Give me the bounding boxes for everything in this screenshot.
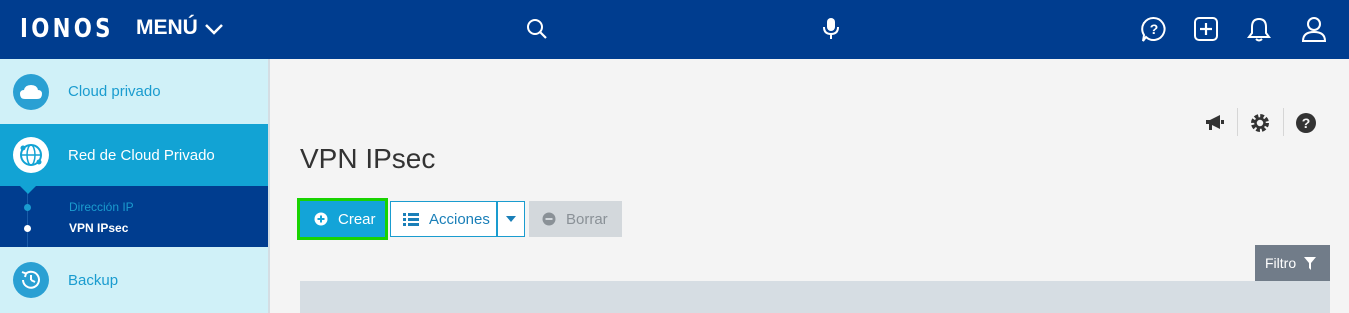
sidebar-item-cloud-privado[interactable]: Cloud privado — [0, 59, 268, 124]
bell-icon[interactable] — [1244, 14, 1274, 44]
ionos-logo[interactable]: IONOS — [20, 14, 114, 44]
sidebar-item-backup[interactable]: Backup — [0, 247, 268, 313]
svg-text:?: ? — [1302, 115, 1311, 131]
crear-button[interactable]: Crear — [300, 201, 385, 237]
sidebar-item-label: Cloud privado — [68, 83, 161, 100]
utility-divider — [1283, 108, 1284, 136]
page-title: VPN IPsec — [300, 143, 436, 174]
help-chat-icon[interactable]: ? — [1139, 14, 1169, 44]
search-icon[interactable] — [522, 14, 552, 44]
table-header — [300, 281, 1330, 313]
network-globe-icon — [13, 137, 49, 173]
menu-label: MENÚ — [136, 16, 198, 39]
chevron-down-icon — [204, 24, 223, 35]
sidebar-subitem-direccion-ip[interactable]: Dirección IP — [0, 197, 268, 217]
cloud-icon — [13, 73, 49, 110]
menu-button[interactable]: MENÚ — [136, 16, 224, 40]
funnel-icon — [1304, 256, 1317, 270]
add-icon[interactable] — [1191, 14, 1221, 44]
microphone-icon[interactable] — [816, 14, 846, 44]
gear-icon[interactable] — [1247, 110, 1273, 136]
megaphone-icon[interactable] — [1202, 110, 1228, 136]
svg-text:?: ? — [1150, 21, 1159, 37]
top-navigation-bar: IONOS MENÚ ? — [0, 0, 1349, 59]
minus-circle-icon — [542, 212, 556, 226]
caret-down-icon — [506, 216, 516, 222]
sidebar-subitem-label: Dirección IP — [69, 200, 134, 214]
acciones-label: Acciones — [429, 210, 490, 228]
sidebar-item-red-de-cloud-privado[interactable]: Red de Cloud Privado — [0, 124, 268, 194]
filter-label: Filtro — [1265, 255, 1297, 271]
sidebar-item-label: Backup — [68, 271, 119, 289]
sidebar: Cloud privado Red de Cloud Privado Direc… — [0, 59, 270, 313]
submenu-dot — [24, 203, 31, 211]
acciones-button[interactable]: Acciones — [390, 201, 497, 237]
backup-clock-icon — [13, 262, 49, 298]
plus-circle-icon — [314, 212, 328, 226]
crear-label: Crear — [338, 210, 376, 228]
sidebar-submenu: Dirección IP VPN IPsec — [0, 186, 268, 247]
borrar-label: Borrar — [566, 210, 608, 228]
filter-button[interactable]: Filtro — [1255, 245, 1330, 281]
utility-divider — [1237, 108, 1238, 136]
list-icon — [403, 212, 419, 226]
sidebar-subitem-label: VPN IPsec — [69, 221, 129, 235]
sidebar-subitem-vpn-ipsec[interactable]: VPN IPsec — [0, 218, 268, 238]
sidebar-item-label: Red de Cloud Privado — [68, 146, 215, 164]
submenu-dot — [24, 224, 31, 232]
user-icon[interactable] — [1299, 14, 1329, 44]
question-icon[interactable]: ? — [1293, 110, 1319, 136]
borrar-button[interactable]: Borrar — [529, 201, 622, 237]
acciones-dropdown-toggle[interactable] — [497, 201, 525, 237]
